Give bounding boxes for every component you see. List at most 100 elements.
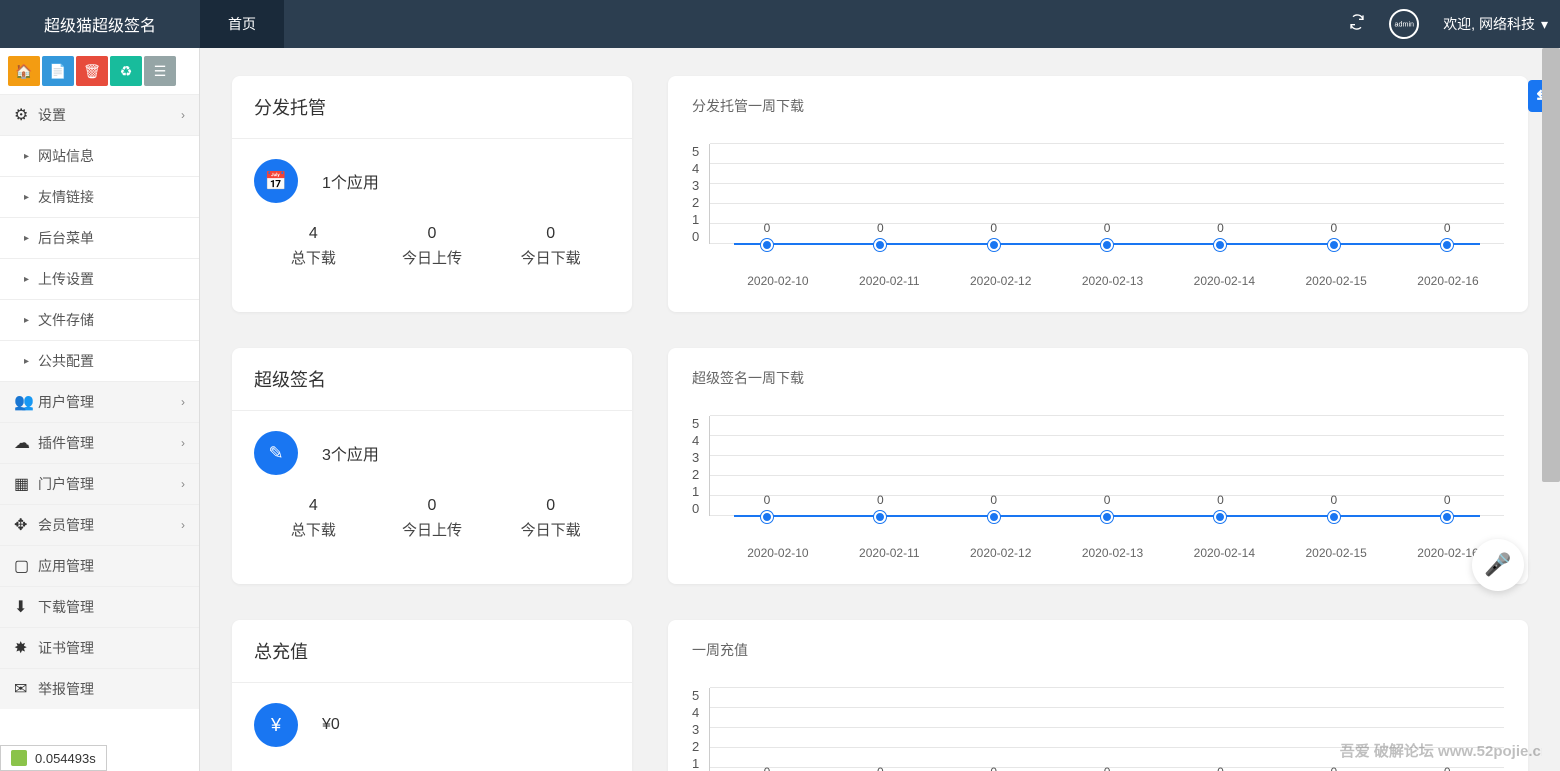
summary-card: 分发托管 📅 1个应用 4总下载0今日上传0今日下载 (232, 76, 632, 312)
y-tick: 2 (692, 467, 699, 482)
sidebar-item-label: 用户管理 (38, 392, 181, 412)
app-icon: ▢ (14, 556, 38, 576)
sidebar-item-label: 下载管理 (38, 597, 185, 617)
point-label: 0 (764, 765, 771, 771)
sidebar-sub-item[interactable]: ▸后台菜单 (0, 217, 199, 258)
member-icon: ✥ (14, 515, 38, 535)
y-tick: 2 (692, 195, 699, 210)
summary-card: 超级签名 ✎ 3个应用 4总下载0今日上传0今日下载 (232, 348, 632, 584)
brand: 超级猫超级签名 (0, 12, 200, 36)
mic-button[interactable]: 🎤 (1472, 539, 1524, 591)
sidebar-sub-item[interactable]: ▸公共配置 (0, 340, 199, 381)
stats-row: 4总下载0今日上传0今日下载 (254, 497, 610, 540)
toolbar-recycle-button[interactable]: ♻ (110, 56, 142, 86)
y-tick: 3 (692, 178, 699, 193)
summary-label: ¥0 (322, 716, 340, 734)
plot-area: 0000000 (709, 416, 1504, 516)
stat: 0今日上传 (373, 497, 492, 540)
point-label: 0 (990, 765, 997, 771)
debug-time: 0.054493s (35, 751, 96, 766)
point-label: 0 (1104, 493, 1111, 507)
main-content: 分发托管 📅 1个应用 4总下载0今日上传0今日下载 分发托管一周下载 5432… (200, 48, 1560, 771)
sidebar-sub-item[interactable]: ▸文件存储 (0, 299, 199, 340)
caret-right-icon: ▸ (24, 315, 38, 326)
sidebar-menu: ⚙ 设置 › ▸网站信息▸友情链接▸后台菜单▸上传设置▸文件存储▸公共配置 👥用… (0, 94, 199, 771)
recycle-icon: ♻ (120, 63, 133, 80)
point-label: 0 (1217, 493, 1224, 507)
user-icon: 👥 (14, 392, 38, 412)
sidebar-group-portal[interactable]: ▦门户管理› (0, 463, 199, 504)
chart-point: 0 (761, 511, 773, 523)
list-icon: ☰ (154, 63, 167, 80)
y-tick: 0 (692, 501, 699, 516)
x-tick: 2020-02-12 (970, 274, 1031, 288)
sidebar: 🏠 📄 🗑 ♻ ☰ ⚙ 设置 › ▸网站信息▸友情链接▸后台菜单▸上传设置▸文件… (0, 48, 200, 771)
stat: 4总下载 (254, 225, 373, 268)
summary-label: 3个应用 (322, 441, 379, 465)
chart-title: 一周充值 (668, 620, 1528, 668)
chart-point: 0 (761, 239, 773, 251)
sidebar-group-cert[interactable]: ✸证书管理 (0, 627, 199, 668)
x-tick: 2020-02-16 (1417, 546, 1478, 560)
card-icon: ¥ (254, 703, 298, 747)
sidebar-item-label: 后台菜单 (38, 228, 185, 248)
chart-point: 0 (1328, 511, 1340, 523)
x-axis: 2020-02-102020-02-112020-02-122020-02-13… (722, 274, 1504, 288)
sidebar-group-user[interactable]: 👥用户管理› (0, 381, 199, 422)
chart-point: 0 (1328, 239, 1340, 251)
file-icon: 📄 (49, 63, 66, 80)
sidebar-group-download[interactable]: ⬇下载管理 (0, 586, 199, 627)
scrollbar[interactable] (1542, 48, 1560, 771)
x-tick: 2020-02-14 (1194, 274, 1255, 288)
stat-value: 4 (254, 497, 373, 515)
y-axis: 543210 (692, 144, 709, 244)
refresh-button[interactable] (1337, 14, 1377, 35)
y-tick: 3 (692, 722, 699, 737)
toolbar-home-button[interactable]: 🏠 (8, 56, 40, 86)
user-avatar[interactable]: admin (1377, 9, 1431, 39)
point-label: 0 (764, 221, 771, 235)
toolbar-file-button[interactable]: 📄 (42, 56, 74, 86)
x-tick: 2020-02-11 (859, 546, 920, 560)
point-label: 0 (1444, 493, 1451, 507)
watermark: 吾爱 破解论坛 www.52pojie.cn (1340, 740, 1550, 761)
chart-point: 0 (1101, 511, 1113, 523)
card-icon: 📅 (254, 159, 298, 203)
gear-icon: ⚙ (14, 105, 38, 125)
stat-label: 今日下载 (491, 247, 610, 268)
sidebar-group-member[interactable]: ✥会员管理› (0, 504, 199, 545)
chevron-right-icon: › (181, 518, 185, 532)
debug-dot-icon (11, 750, 27, 766)
plot-area: 0000000 (709, 144, 1504, 244)
point-label: 0 (1104, 221, 1111, 235)
y-axis: 543210 (692, 416, 709, 516)
caret-right-icon: ▸ (24, 151, 38, 162)
sidebar-group-plugin[interactable]: ☁插件管理› (0, 422, 199, 463)
point-label: 0 (1444, 765, 1451, 771)
y-tick: 4 (692, 161, 699, 176)
tab-home[interactable]: 首页 (200, 0, 284, 48)
chevron-right-icon: › (181, 395, 185, 409)
sidebar-sub-item[interactable]: ▸网站信息 (0, 135, 199, 176)
stat-label: 今日下载 (491, 519, 610, 540)
toolbar-list-button[interactable]: ☰ (144, 56, 176, 86)
y-tick: 5 (692, 144, 699, 159)
avatar-icon: admin (1389, 9, 1419, 39)
point-label: 0 (877, 765, 884, 771)
x-tick: 2020-02-10 (747, 546, 808, 560)
x-tick: 2020-02-10 (747, 274, 808, 288)
y-tick: 5 (692, 688, 699, 703)
trash-icon: 🗑 (83, 63, 101, 80)
stat-label: 总下载 (254, 519, 373, 540)
sidebar-group-settings[interactable]: ⚙ 设置 › (0, 94, 199, 135)
sidebar-group-report[interactable]: ✉举报管理 (0, 668, 199, 709)
toolbar-delete-button[interactable]: 🗑 (76, 56, 108, 86)
x-tick: 2020-02-15 (1305, 546, 1366, 560)
stat-value: 0 (491, 225, 610, 243)
user-menu[interactable]: 欢迎, 网络科技 ▾ (1431, 14, 1560, 34)
sidebar-sub-item[interactable]: ▸友情链接 (0, 176, 199, 217)
sidebar-group-app[interactable]: ▢应用管理 (0, 545, 199, 586)
chart-card: 超级签名一周下载 543210 0000000 2020-02-102020-0… (668, 348, 1528, 584)
sidebar-sub-item[interactable]: ▸上传设置 (0, 258, 199, 299)
mic-icon: 🎤 (1484, 552, 1511, 578)
